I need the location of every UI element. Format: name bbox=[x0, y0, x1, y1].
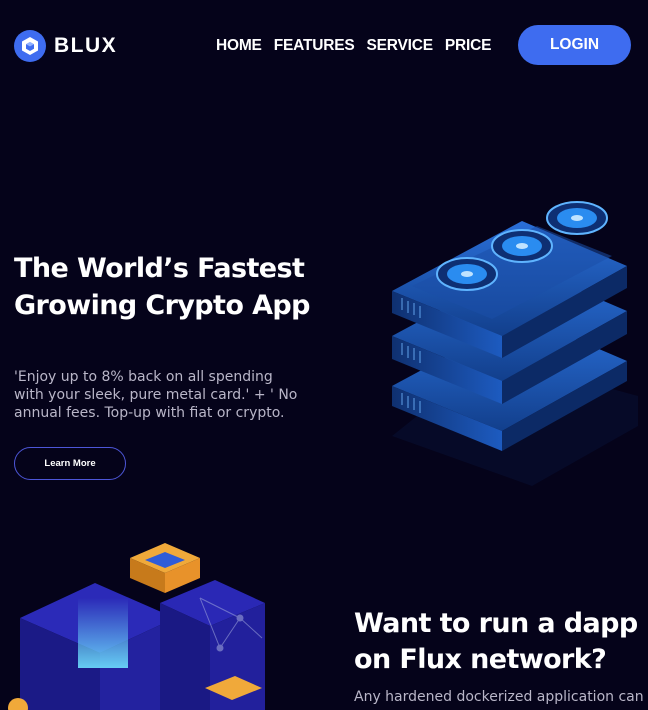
top-navigation: BLUX HOME FEATURES SERVICE PRICE LOGIN bbox=[0, 0, 648, 92]
brand-logo[interactable]: BLUX bbox=[14, 30, 117, 62]
gpu-mining-rig-illustration bbox=[392, 201, 638, 486]
learn-more-button[interactable]: Learn More bbox=[14, 447, 126, 480]
nav-home-link[interactable]: HOME bbox=[216, 37, 262, 55]
isometric-blocks-illustration bbox=[8, 543, 265, 710]
hexagon-cube-icon bbox=[14, 30, 46, 62]
section-title: Want to run a dapp on Flux network? bbox=[354, 608, 638, 675]
nav-features-link[interactable]: FEATURES bbox=[274, 37, 355, 55]
main-menu: HOME FEATURES SERVICE PRICE bbox=[216, 37, 503, 55]
brand-name: BLUX bbox=[54, 34, 118, 57]
nav-price-link[interactable]: PRICE bbox=[445, 37, 492, 55]
section-description: Any hardened dockerized application can bbox=[354, 689, 644, 705]
login-button[interactable]: LOGIN bbox=[518, 25, 631, 65]
hero-description: 'Enjoy up to 8% back on all spending wit… bbox=[14, 369, 298, 421]
hero-title: The World’s Fastest Growing Crypto App bbox=[14, 253, 310, 321]
nav-service-link[interactable]: SERVICE bbox=[367, 37, 434, 55]
